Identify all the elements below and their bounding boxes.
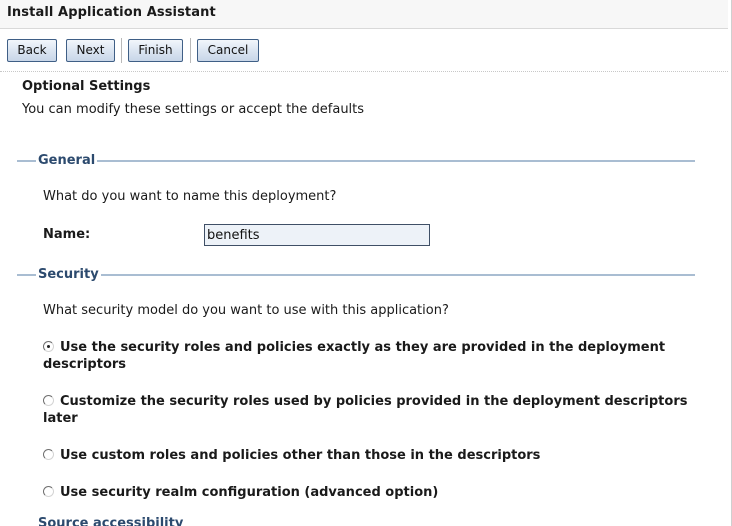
radio-button[interactable] [43,486,54,497]
page-title: Optional Settings [22,79,151,94]
cancel-button[interactable]: Cancel [197,39,259,62]
security-option-customize-roles[interactable]: Customize the security roles used by pol… [43,393,703,427]
toolbar-separator [190,38,191,63]
deployment-name-question: What do you want to name this deployment… [43,189,337,204]
name-label: Name: [43,227,91,242]
source-accessibility-legend: Source accessibility [38,516,184,526]
back-button[interactable]: Back [7,39,57,62]
deployment-name-input[interactable] [204,224,430,246]
security-legend: Security [36,267,101,282]
radio-button[interactable] [43,395,54,406]
general-divider [17,160,695,162]
title-bar: Install Application Assistant [0,0,728,29]
security-model-question: What security model do you want to use w… [43,303,449,318]
security-option-label: Use the security roles and policies exac… [43,340,666,372]
finish-button[interactable]: Finish [128,39,183,62]
security-option-label: Use security realm configuration (advanc… [60,485,439,500]
page-description: You can modify these settings or accept … [22,102,365,117]
next-button[interactable]: Next [66,39,115,62]
security-option-custom-roles[interactable]: Use custom roles and policies other than… [43,447,703,464]
security-option-label: Use custom roles and policies other than… [60,448,541,463]
security-divider [17,274,695,276]
security-option-label: Customize the security roles used by pol… [43,394,688,426]
wizard-toolbar: Back Next Finish Cancel [0,30,728,72]
radio-button[interactable] [43,449,54,460]
install-assistant-window: Install Application Assistant Back Next … [0,0,732,526]
security-option-advanced[interactable]: Use security realm configuration (advanc… [43,484,703,501]
security-option-dd-only[interactable]: Use the security roles and policies exac… [43,339,703,373]
radio-button-selected[interactable] [43,341,54,352]
window-title: Install Application Assistant [7,5,216,20]
toolbar-separator [121,38,122,63]
general-legend: General [36,153,98,168]
